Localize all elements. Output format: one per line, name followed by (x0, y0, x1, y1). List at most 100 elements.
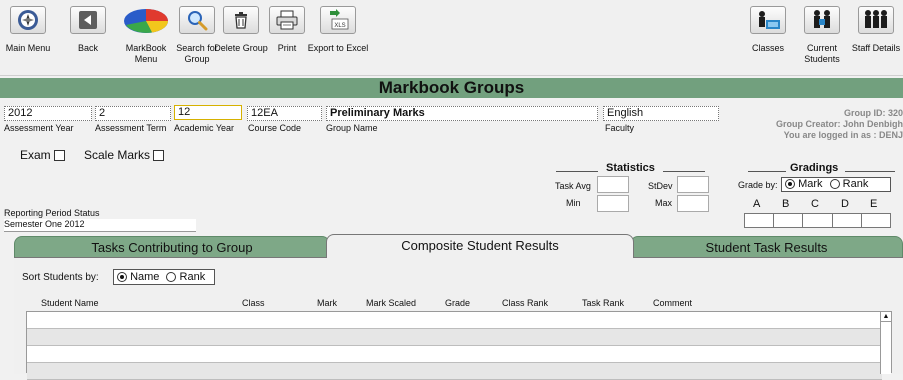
reporting-period-caption: Reporting Period Status (4, 208, 100, 218)
search-group-button[interactable]: Search for Group (172, 0, 222, 75)
grade-c-input[interactable] (803, 213, 833, 228)
grade-by-rank-radio[interactable] (829, 179, 840, 190)
staff-details-button[interactable]: Staff Details (851, 0, 901, 75)
grade-letter-a: A (753, 198, 761, 210)
grade-b-input[interactable] (774, 213, 804, 228)
stdev-value (677, 176, 709, 193)
sort-students-label: Sort Students by: (22, 272, 99, 283)
col-task-rank[interactable]: Task Rank (582, 298, 624, 308)
gradings-rule-right (845, 171, 895, 172)
min-label: Min (566, 198, 581, 208)
reporting-period-value: Semester One 2012 (4, 219, 196, 232)
classes-button[interactable]: Classes (743, 0, 793, 75)
toolbar: Main Menu Back MarkBook Menu Search for … (0, 0, 903, 76)
col-comment[interactable]: Comment (653, 298, 692, 308)
exam-checkbox[interactable] (54, 150, 66, 162)
grade-letter-c: C (811, 198, 819, 210)
students-icon (804, 6, 840, 34)
main-menu-button[interactable]: Main Menu (3, 0, 53, 75)
page-title: Markbook Groups (378, 78, 525, 97)
assessment-year-caption: Assessment Year (4, 123, 74, 133)
col-mark-scaled[interactable]: Mark Scaled (366, 298, 416, 308)
classes-label: Classes (751, 43, 784, 53)
list-item[interactable] (27, 346, 882, 363)
class-group-icon (750, 6, 786, 34)
col-class[interactable]: Class (242, 298, 265, 308)
faculty-field[interactable]: English (603, 106, 719, 121)
task-avg-label: Task Avg (555, 181, 591, 191)
scale-marks-label: Scale Marks (84, 148, 151, 162)
scale-marks-option: Scale Marks (84, 148, 165, 162)
course-code-field[interactable]: 12EA (247, 106, 322, 121)
col-class-rank[interactable]: Class Rank (502, 298, 548, 308)
exam-label: Exam (20, 148, 51, 162)
exam-option: Exam (20, 148, 66, 162)
grade-by-mark-radio[interactable] (785, 179, 795, 190)
grade-letter-d: D (841, 198, 849, 210)
group-name-field[interactable]: Preliminary Marks (326, 106, 598, 121)
grade-by-rank-label: Rank (842, 178, 869, 190)
current-students-button[interactable]: Current Students (797, 0, 847, 75)
sort-rank-label: Rank (179, 271, 206, 283)
student-results-list: ▲ (26, 311, 892, 380)
col-grade[interactable]: Grade (445, 298, 470, 308)
scroll-up-icon[interactable]: ▲ (881, 312, 891, 322)
list-item[interactable] (27, 312, 882, 329)
sort-selector: Name Rank (113, 269, 215, 285)
grade-d-input[interactable] (832, 213, 862, 228)
compass-icon (10, 6, 46, 34)
statistics-heading: Statistics (606, 162, 655, 174)
list-item[interactable] (27, 329, 882, 346)
tab-student-task-results[interactable]: Student Task Results (630, 236, 903, 258)
academic-year-caption: Academic Year (174, 123, 235, 133)
sort-rank-radio[interactable] (166, 272, 177, 283)
print-button[interactable]: Print (262, 0, 312, 75)
export-excel-button[interactable]: XLS Export to Excel (308, 0, 368, 75)
sort-name-radio[interactable] (117, 272, 127, 283)
assessment-year-field[interactable]: 2012 (4, 106, 92, 121)
printer-icon (269, 6, 305, 34)
list-item[interactable] (27, 363, 882, 380)
page-title-bar: Markbook Groups (0, 78, 903, 98)
grade-by-label: Grade by: (738, 180, 778, 190)
max-value (677, 195, 709, 212)
delete-group-button[interactable]: Delete Group (214, 0, 268, 75)
scale-marks-checkbox[interactable] (153, 150, 165, 162)
faculty-caption: Faculty (605, 123, 635, 133)
pie-chart-icon (122, 6, 170, 34)
task-avg-value (597, 176, 629, 193)
course-code-caption: Course Code (248, 123, 302, 133)
max-label: Max (655, 198, 673, 208)
statistics-rule-right (663, 171, 705, 172)
trash-icon (223, 6, 259, 34)
col-student-name[interactable]: Student Name (41, 298, 99, 308)
back-arrow-icon (70, 6, 106, 34)
current-students-label: Current Students (804, 43, 840, 64)
academic-year-field[interactable]: 12 (174, 105, 242, 120)
col-mark[interactable]: Mark (317, 298, 337, 308)
tab-tasks-contributing[interactable]: Tasks Contributing to Group (14, 236, 330, 258)
back-button[interactable]: Back (63, 0, 113, 75)
grade-a-input[interactable] (744, 213, 775, 228)
main-menu-label: Main Menu (5, 43, 51, 53)
grade-boundary-boxes (744, 213, 892, 228)
statistics-rule-left (556, 171, 598, 172)
tab-composite-student-results[interactable]: Composite Student Results (326, 234, 634, 258)
sort-name-label: Name (130, 271, 160, 283)
stdev-label: StDev (648, 181, 673, 191)
assessment-term-field[interactable]: 2 (95, 106, 171, 121)
export-excel-label: Export to Excel (307, 43, 369, 53)
grade-letter-b: B (782, 198, 790, 210)
staff-icon (858, 6, 894, 34)
grade-by-mark-label: Mark (798, 178, 823, 190)
grade-by-selector: Mark Rank (781, 177, 891, 192)
assessment-term-caption: Assessment Term (95, 123, 167, 133)
search-icon (179, 6, 215, 34)
gradings-rule-left (748, 171, 786, 172)
grade-e-input[interactable] (861, 213, 892, 228)
logged-in-text: You are logged in as : DENJ (783, 130, 903, 140)
list-scrollbar[interactable]: ▲ (880, 312, 891, 374)
group-info: Group ID: 320 Group Creator: John Denbig… (776, 108, 903, 141)
group-id-text: Group ID: 320 (843, 108, 903, 118)
grade-letter-e: E (870, 198, 878, 210)
